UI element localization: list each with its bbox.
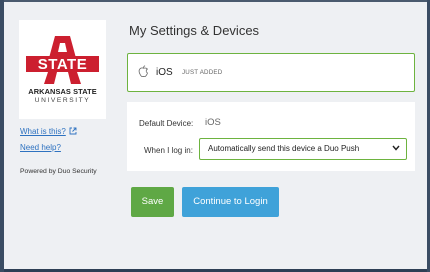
login-action-selected: Automatically send this device a Duo Pus… (208, 144, 360, 153)
device-card[interactable]: iOS JUST ADDED (127, 53, 415, 92)
need-help-link[interactable]: Need help? (20, 143, 61, 152)
powered-by-text: Powered by Duo Security (20, 168, 97, 175)
apple-icon (138, 65, 148, 78)
device-settings-panel: Default Device: iOS When I log in: Autom… (127, 102, 415, 171)
state-monogram-logo: STATE (26, 36, 99, 84)
frame-left-edge (0, 0, 4, 272)
logo-text-line2: UNIVERSITY (34, 97, 91, 104)
external-link-icon (69, 127, 77, 135)
just-added-badge: JUST ADDED (182, 69, 223, 76)
logo-text-line1: ARKANSAS STATE (28, 87, 97, 96)
login-action-select[interactable]: Automatically send this device a Duo Pus… (199, 138, 407, 160)
page-title: My Settings & Devices (129, 23, 260, 38)
what-is-this-link[interactable]: What is this? (20, 127, 77, 136)
device-name: iOS (156, 67, 173, 78)
svg-text:STATE: STATE (38, 56, 87, 73)
default-device-label: Default Device: (139, 119, 194, 128)
chevron-down-icon (392, 145, 400, 151)
what-is-this-label: What is this? (20, 127, 66, 136)
default-device-value: iOS (205, 117, 221, 128)
university-logo: STATE ARKANSAS STATE UNIVERSITY (19, 20, 106, 119)
continue-to-login-button[interactable]: Continue to Login (182, 187, 279, 217)
when-i-log-in-label: When I log in: (144, 146, 193, 155)
save-button[interactable]: Save (131, 187, 174, 217)
